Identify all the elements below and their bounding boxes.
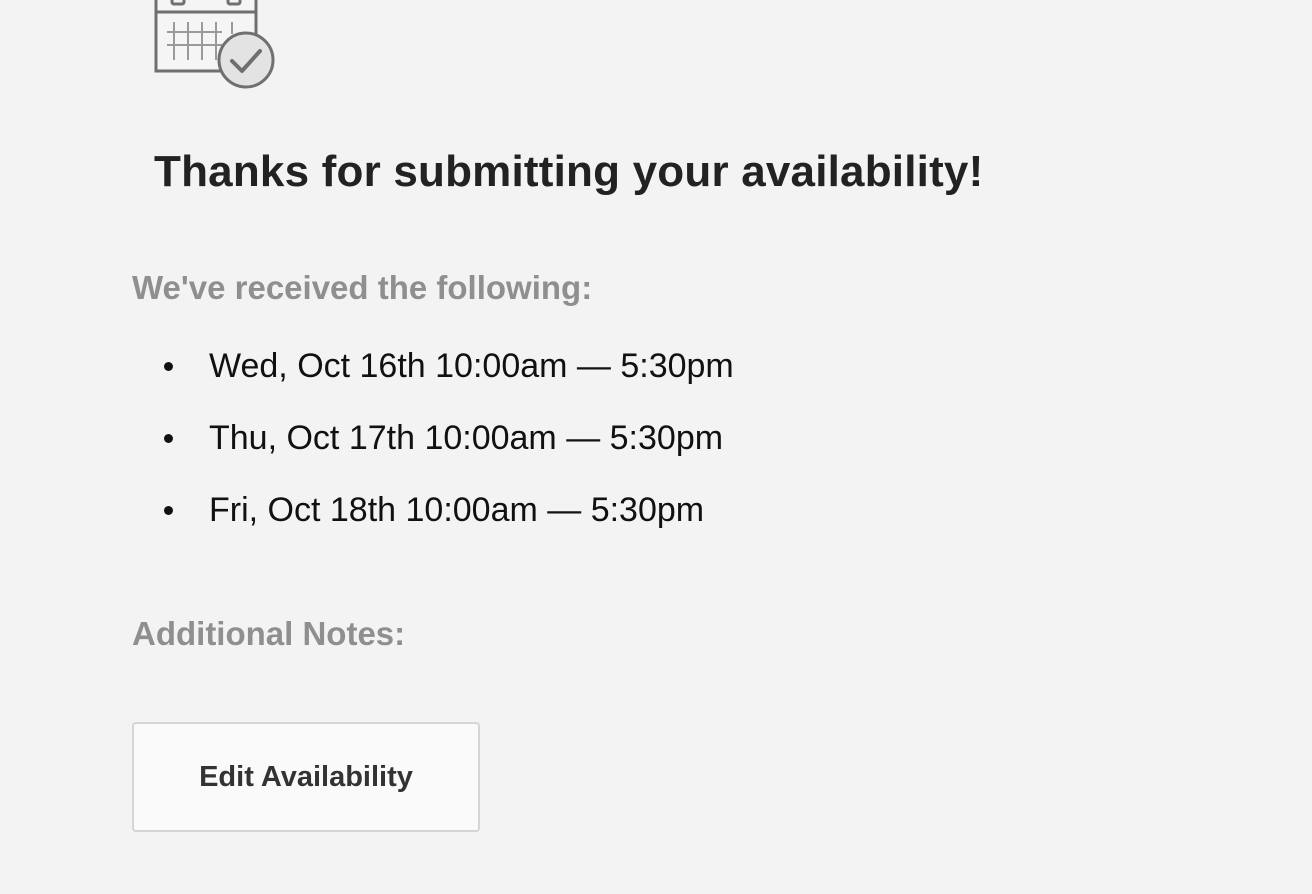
availability-item-label: Wed, Oct 16th 10:00am — 5:30pm: [209, 347, 734, 385]
availability-list: Wed, Oct 16th 10:00am — 5:30pm Thu, Oct …: [160, 344, 734, 560]
received-heading: We've received the following:: [132, 269, 593, 306]
bullet-icon: [164, 434, 173, 443]
availability-item: Wed, Oct 16th 10:00am — 5:30pm: [160, 344, 734, 416]
bullet-icon: [164, 362, 173, 371]
availability-item-label: Fri, Oct 18th 10:00am — 5:30pm: [209, 491, 705, 529]
availability-item: Thu, Oct 17th 10:00am — 5:30pm: [160, 416, 734, 488]
availability-item: Fri, Oct 18th 10:00am — 5:30pm: [160, 488, 734, 560]
availability-item-label: Thu, Oct 17th 10:00am — 5:30pm: [209, 419, 724, 457]
page-title: Thanks for submitting your availability!: [154, 147, 984, 196]
additional-notes-heading: Additional Notes:: [132, 615, 406, 652]
bullet-icon: [164, 506, 173, 515]
availability-confirmation-page: Thanks for submitting your availability!…: [0, 0, 1312, 894]
edit-availability-button[interactable]: Edit Availability: [132, 722, 480, 832]
calendar-check-icon: [152, 0, 280, 92]
